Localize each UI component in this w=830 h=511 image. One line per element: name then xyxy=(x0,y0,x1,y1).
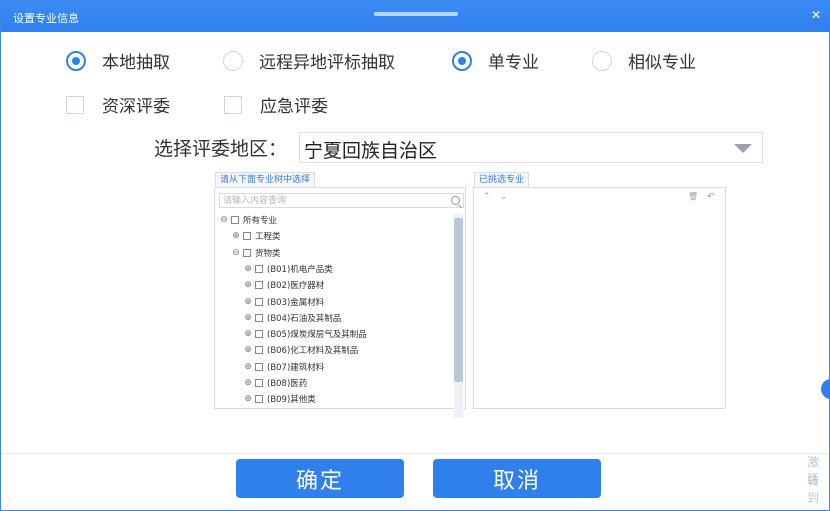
radio-dot xyxy=(223,50,243,71)
region-label: 选择评委地区： xyxy=(154,138,288,160)
tree-scrollbar-thumb[interactable] xyxy=(454,218,463,382)
search-icon[interactable] xyxy=(451,196,460,205)
expand-icon[interactable]: ⊕ xyxy=(243,264,253,274)
checkbox-label: 资深评委 xyxy=(102,97,170,117)
radio-single-specialty[interactable]: 单专业 xyxy=(452,48,539,73)
region-dropdown[interactable]: 宁夏回族自治区 xyxy=(299,132,763,163)
side-expand-tab[interactable] xyxy=(821,379,830,399)
checkbox-box xyxy=(224,95,242,114)
tree-node[interactable]: ⊕ (B04)石油及其制品 xyxy=(243,312,341,324)
expand-icon[interactable]: ⊕ xyxy=(243,378,253,388)
tree-node-checkbox[interactable] xyxy=(255,281,263,290)
tree-node-label: (B06)化工材料及其制品 xyxy=(267,346,359,357)
checkbox-emergency-reviewer[interactable]: 应急评委 xyxy=(224,92,328,117)
tree-node-label: (B05)煤炭煤层气及其制品 xyxy=(267,330,367,341)
tree-node[interactable]: ⊕ (B02)医疗器材 xyxy=(243,279,324,291)
tree-node-checkbox[interactable] xyxy=(255,313,263,322)
radio-similar-specialty[interactable]: 相似专业 xyxy=(592,48,696,73)
cancel-button[interactable]: 取消 xyxy=(433,459,601,498)
expand-icon[interactable]: ⊕ xyxy=(243,329,253,339)
tree-node-label: (B01)机电产品类 xyxy=(267,264,333,275)
tree-node[interactable]: ⊕ 工程类 xyxy=(231,230,281,243)
tree-node-checkbox[interactable] xyxy=(255,330,263,339)
close-icon[interactable]: ✕ xyxy=(811,9,821,21)
tree-node-checkbox[interactable] xyxy=(255,264,263,273)
radio-dot xyxy=(66,50,86,71)
activation-watermark-line2: 转到 xyxy=(807,474,820,505)
checkbox-box xyxy=(66,95,84,114)
radio-local-extract[interactable]: 本地抽取 xyxy=(66,48,170,73)
move-up-icon[interactable]: ⌃ xyxy=(483,192,491,202)
tree-search-box[interactable] xyxy=(219,193,464,208)
tree-node-label: 工程类 xyxy=(255,232,281,243)
tree-node[interactable]: ⊕ (B03)金属材料 xyxy=(243,296,324,308)
expand-icon[interactable]: ⊕ xyxy=(243,297,253,307)
tree-node-label: (B03)金属材料 xyxy=(267,297,325,308)
expand-icon[interactable]: ⊕ xyxy=(243,280,253,290)
title-bar[interactable]: 设置专业信息 ✕ xyxy=(1,1,829,32)
tree-node[interactable]: ⊖ 所有专业 xyxy=(219,214,277,226)
tree-node-checkbox[interactable] xyxy=(243,232,251,241)
tree-node-checkbox[interactable] xyxy=(255,362,263,371)
tree-node-checkbox[interactable] xyxy=(255,297,263,306)
dialog-window: 设置专业信息 ✕ 本地抽取 远程异地评标抽取 单专业 相似专业 资深评委 应急评… xyxy=(0,0,830,511)
expand-icon[interactable]: ⊕ xyxy=(243,362,253,372)
region-value: 宁夏回族自治区 xyxy=(304,140,438,162)
tree-node-label: (B08)医药 xyxy=(267,379,308,389)
collapse-icon[interactable]: ⊖ xyxy=(231,248,241,258)
collapse-icon[interactable]: ⊖ xyxy=(219,215,229,225)
radio-label: 远程异地评标抽取 xyxy=(259,53,395,73)
move-down-icon[interactable]: ⌄ xyxy=(500,192,508,202)
specialty-tree-panel: ⊖所有专业⊕工程类⊖货物类⊕(B01)机电产品类⊕(B02)医疗器材⊕(B03)… xyxy=(214,187,466,418)
radio-dot xyxy=(592,50,612,71)
tree-node[interactable]: ⊖ 货物类 xyxy=(231,247,281,259)
expand-icon[interactable]: ⊕ xyxy=(231,231,241,241)
radio-label: 本地抽取 xyxy=(102,53,170,73)
expand-icon[interactable]: ⊕ xyxy=(243,394,253,404)
drag-handle[interactable] xyxy=(374,12,458,16)
tree-node[interactable]: ⊕ (B05)煤炭煤层气及其制品 xyxy=(243,328,367,340)
tree-node-checkbox[interactable] xyxy=(243,248,251,257)
tree-node-label: (B09)其他类 xyxy=(267,395,316,406)
undo-icon[interactable]: ↶ xyxy=(707,192,715,202)
tree-node-label: (B02)医疗器材 xyxy=(267,281,325,292)
radio-label: 单专业 xyxy=(488,53,539,73)
tree-node-label: 货物类 xyxy=(255,248,281,259)
tree-node-checkbox[interactable] xyxy=(231,216,239,224)
window-title: 设置专业信息 xyxy=(13,12,79,25)
expand-icon[interactable]: ⊕ xyxy=(243,345,253,355)
checkbox-label: 应急评委 xyxy=(260,97,328,117)
tree-node[interactable]: ⊕ (B09)其他类 xyxy=(243,393,316,405)
selected-specialty-panel: ⌃ ⌄ 🗑 ↶ xyxy=(473,187,726,409)
trash-icon[interactable]: 🗑 xyxy=(688,192,698,201)
confirm-button[interactable]: 确定 xyxy=(236,459,404,498)
tree-node-checkbox[interactable] xyxy=(255,379,263,387)
expand-icon[interactable]: ⊕ xyxy=(243,313,253,323)
tree-node[interactable]: ⊕ (B07)建筑材料 xyxy=(243,361,324,373)
radio-dot xyxy=(452,50,472,71)
radio-label: 相似专业 xyxy=(628,53,696,73)
tree-node[interactable]: ⊕ (B06)化工材料及其制品 xyxy=(243,344,358,356)
footer-divider xyxy=(1,453,829,454)
tree-node-checkbox[interactable] xyxy=(255,395,263,404)
tree-node-checkbox[interactable] xyxy=(255,346,263,355)
tree-search-input[interactable] xyxy=(223,194,448,207)
radio-remote-extract[interactable]: 远程异地评标抽取 xyxy=(223,48,395,73)
checkbox-senior-reviewer[interactable]: 资深评委 xyxy=(66,92,170,117)
tree-node-label: (B07)建筑材料 xyxy=(267,362,325,373)
tree-node-label: 所有专业 xyxy=(243,216,278,226)
tree-panel-title: 请从下面专业树中选择 xyxy=(215,172,316,187)
chevron-down-icon[interactable] xyxy=(734,144,752,153)
tree-node[interactable]: ⊕ (B01)机电产品类 xyxy=(243,263,333,275)
selected-panel-title: 已挑选专业 xyxy=(474,172,530,187)
tree-node-label: (B04)石油及其制品 xyxy=(267,313,342,324)
tree-node[interactable]: ⊕ (B08)医药 xyxy=(243,377,307,389)
